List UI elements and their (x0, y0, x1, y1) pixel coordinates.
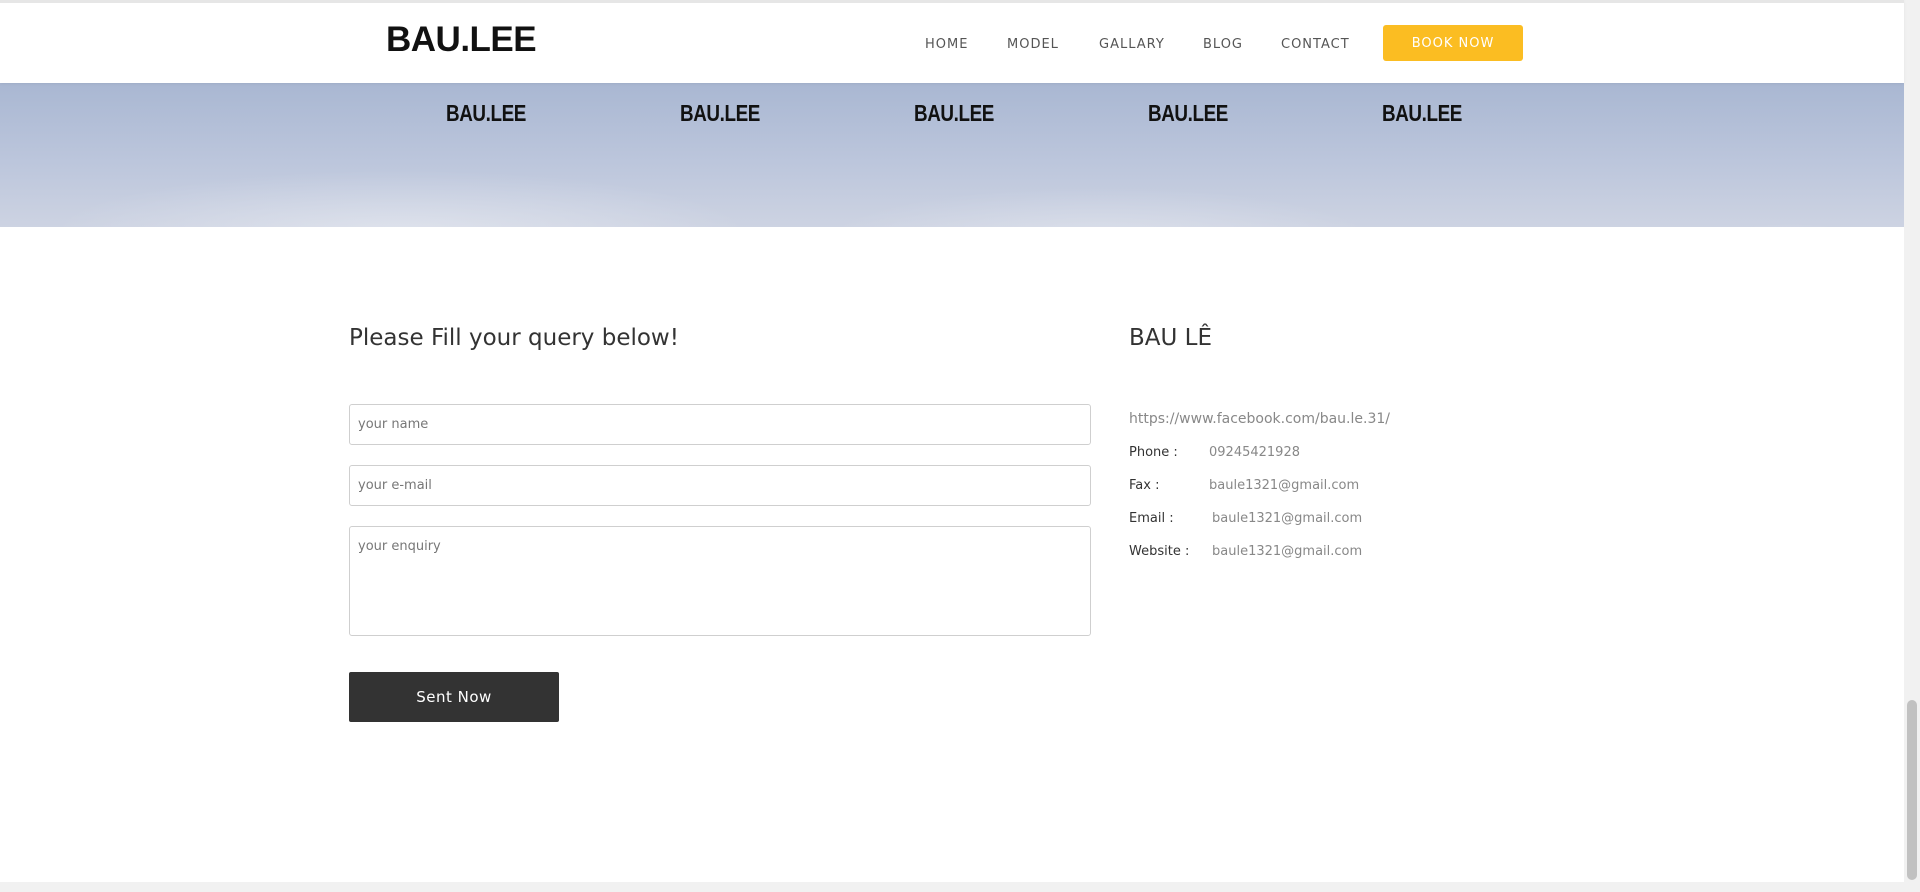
email-label: Email : (1129, 511, 1174, 526)
nav-gallary[interactable]: GALLARY (1099, 37, 1165, 52)
scrollbar-thumb[interactable] (1907, 700, 1917, 880)
site-logo[interactable]: BAU.LEE (386, 20, 537, 60)
name-input[interactable] (349, 404, 1091, 445)
nav-model[interactable]: MODEL (1007, 37, 1059, 52)
contact-title: BAU LÊ (1129, 325, 1213, 351)
partner-logo: BAU.LEE (680, 100, 760, 126)
send-now-button[interactable]: Sent Now (349, 672, 559, 722)
email-value: baule1321@gmail.com (1212, 511, 1363, 526)
fax-value: baule1321@gmail.com (1209, 478, 1360, 493)
partner-logo: BAU.LEE (914, 100, 994, 126)
fax-label: Fax : (1129, 478, 1160, 493)
nav-home[interactable]: HOME (925, 37, 968, 52)
phone-value: 09245421928 (1209, 445, 1300, 460)
nav-contact[interactable]: CONTACT (1281, 37, 1350, 52)
partner-logo: BAU.LEE (446, 100, 526, 126)
horizontal-scrollbar[interactable] (0, 882, 1904, 892)
facebook-link[interactable]: https://www.facebook.com/bau.le.31/ (1129, 411, 1390, 427)
website-label: Website : (1129, 544, 1190, 559)
vertical-scrollbar[interactable] (1904, 0, 1920, 892)
sky-banner: BAU.LEE BAU.LEE BAU.LEE BAU.LEE BAU.LEE (0, 83, 1904, 227)
phone-label: Phone : (1129, 445, 1178, 460)
email-input[interactable] (349, 465, 1091, 506)
site-header: BAU.LEE HOME MODEL GALLARY BLOG CONTACT … (0, 0, 1904, 83)
nav-blog[interactable]: BLOG (1203, 37, 1243, 52)
partner-logo: BAU.LEE (1382, 100, 1462, 126)
enquiry-textarea[interactable] (349, 526, 1091, 636)
form-title: Please Fill your query below! (349, 325, 679, 351)
partner-logo: BAU.LEE (1148, 100, 1228, 126)
website-value: baule1321@gmail.com (1212, 544, 1363, 559)
book-now-button[interactable]: BOOK NOW (1383, 25, 1523, 61)
